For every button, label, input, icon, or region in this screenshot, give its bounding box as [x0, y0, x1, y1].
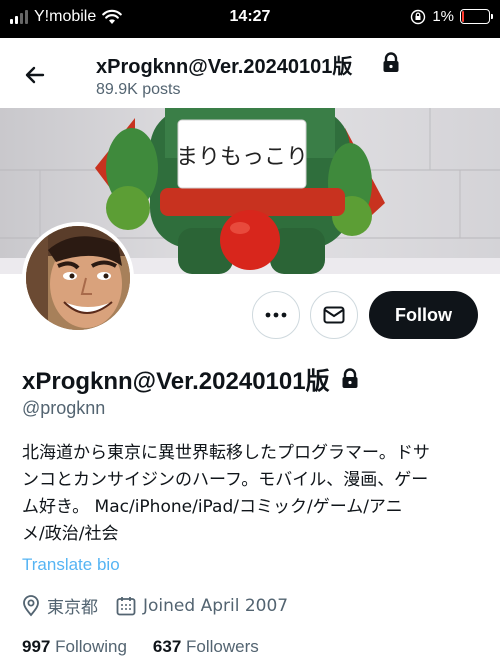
translate-bio-link[interactable]: Translate bio [22, 555, 120, 575]
more-button[interactable] [252, 291, 300, 339]
follow-button[interactable]: Follow [369, 291, 478, 339]
banner-sign-text: まりもっこり [176, 145, 308, 170]
back-arrow-icon [25, 66, 45, 84]
lock-icon [342, 367, 358, 388]
avatar-image [26, 226, 130, 330]
location: 東京都 [22, 593, 98, 618]
join-date-text: Joined April 2007 [143, 595, 289, 616]
follow-stats: 997 Following 637 Followers [22, 637, 259, 657]
followers-link[interactable]: 637 Followers [153, 637, 259, 657]
message-button[interactable] [310, 291, 358, 339]
battery-percent: 1% [432, 8, 454, 25]
following-link[interactable]: 997 Following [22, 637, 127, 657]
bio-line: メ/政治/社会 [22, 524, 119, 544]
following-label: Following [55, 637, 127, 656]
handle: @progknn [22, 398, 106, 418]
lock-icon [383, 52, 399, 72]
display-name: xProgknn@Ver.20240101版 [22, 368, 330, 395]
join-date: Joined April 2007 [116, 596, 288, 616]
avatar[interactable] [22, 222, 134, 334]
bio-line: ム好き。 Mac/iPhone/iPad/コミック/ゲーム/アニ [22, 497, 403, 517]
back-button[interactable] [20, 60, 50, 90]
bio-line: ンコとカンサイジンのハーフ。モバイル、漫画、ゲー [22, 470, 429, 490]
name-row: xProgknn@Ver.20240101版 [22, 361, 360, 396]
post-count: 89.9K posts [96, 81, 181, 98]
status-bar: Y!mobile 14:27 1% [0, 0, 500, 38]
following-count: 997 [22, 637, 51, 656]
nav-title: xProgknn@Ver.20240101版 [96, 56, 353, 78]
more-icon [265, 312, 287, 318]
followers-count: 637 [152, 637, 182, 656]
rotation-lock-icon [411, 9, 426, 24]
profile-meta: 東京都 Joined April 2007 [22, 593, 288, 618]
location-icon [23, 594, 39, 616]
battery-icon [460, 9, 493, 24]
followers-label: Followers [186, 637, 259, 656]
bio-line: 北海道から東京に異世界転移したプログラマー。ドサ [22, 443, 430, 463]
top-nav: xProgknn@Ver.20240101版 89.9K posts [0, 38, 500, 108]
location-text: 東京都 [47, 598, 98, 618]
mail-icon [323, 306, 345, 324]
calendar-icon [116, 596, 136, 615]
bio: 北海道から東京に異世界転移したプログラマー。ドサ ンコとカンサイジンのハーフ。モ… [22, 440, 472, 548]
